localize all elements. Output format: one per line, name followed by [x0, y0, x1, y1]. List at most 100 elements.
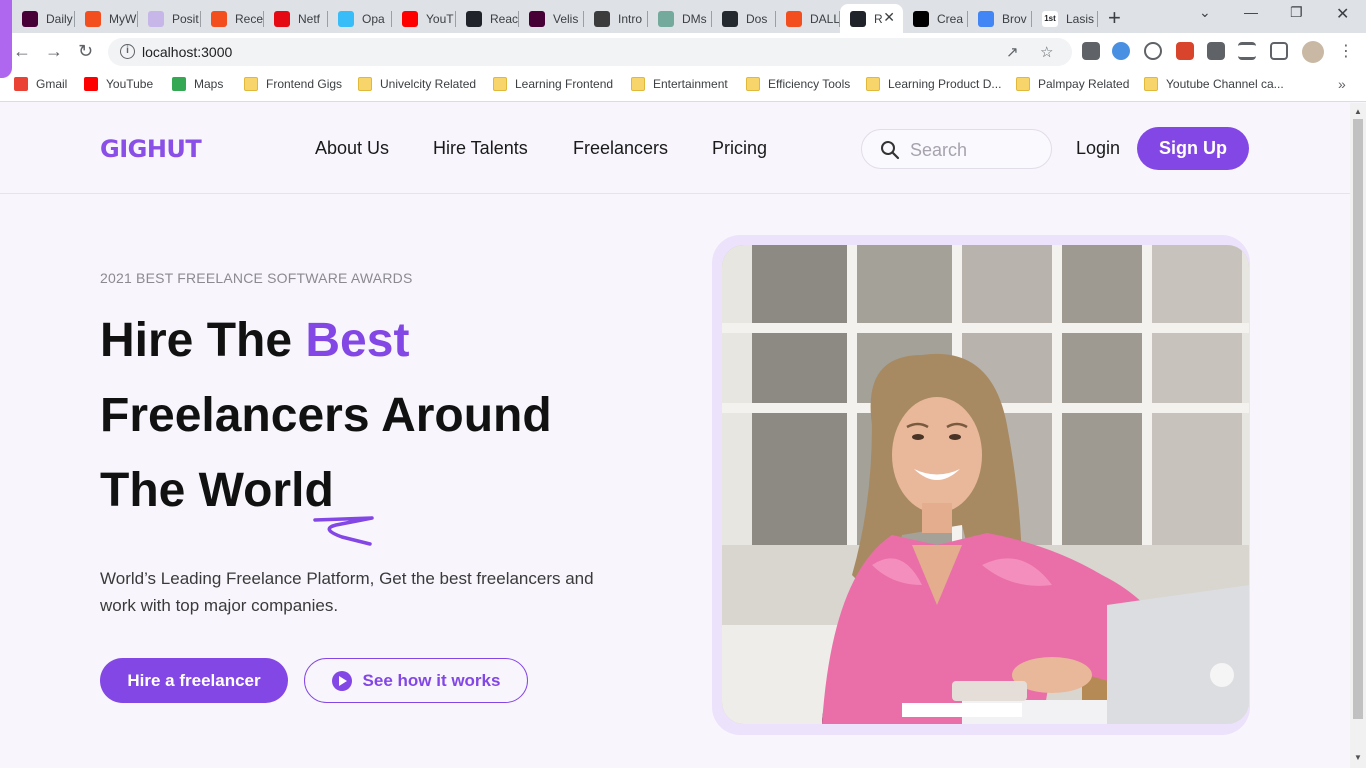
url-text[interactable]: localhost:3000: [142, 44, 232, 60]
share-icon[interactable]: ↗: [1006, 43, 1019, 61]
browser-tab[interactable]: 1st Lasis: [1032, 4, 1098, 33]
site-logo[interactable]: GIGHUT: [100, 135, 202, 163]
tab-title: Rece: [235, 11, 264, 26]
browser-tab[interactable]: YouT: [392, 4, 456, 33]
bookmark-item[interactable]: Maps: [172, 77, 223, 91]
browser-tab[interactable]: DMs: [648, 4, 712, 33]
side-panel-icon[interactable]: [1270, 42, 1288, 60]
bookmark-label: Learning Product D...: [888, 77, 1002, 91]
nav-link-freelancers[interactable]: Freelancers: [573, 138, 668, 159]
browser-tab[interactable]: MyW: [75, 4, 138, 33]
login-link[interactable]: Login: [1076, 138, 1120, 159]
bookmark-item[interactable]: Gmail: [14, 77, 67, 91]
minimize-icon[interactable]: —: [1244, 4, 1258, 20]
hire-freelancer-button[interactable]: Hire a freelancer: [100, 658, 288, 703]
extension-dropper-icon[interactable]: [1082, 42, 1100, 60]
tab-title: Intro: [618, 11, 643, 26]
browser-tab[interactable]: R ✕: [840, 4, 903, 33]
1st-icon: 1st: [1042, 10, 1058, 27]
reading-list-icon[interactable]: [1238, 42, 1256, 60]
scroll-down-icon[interactable]: ▼: [1354, 753, 1362, 762]
bookmark-item[interactable]: Entertainment: [631, 77, 728, 91]
search-input[interactable]: Search: [861, 129, 1052, 169]
folder-icon: [244, 77, 258, 91]
browser-tab[interactable]: Velis: [519, 4, 584, 33]
signup-button[interactable]: Sign Up: [1137, 127, 1249, 170]
site-info-icon[interactable]: i: [120, 44, 135, 59]
hero-photo: [722, 245, 1249, 724]
browser-tab-strip: Daily MyW Posit Rece Netf Opa YouT Reac Velis Int…: [0, 0, 1366, 78]
forward-icon[interactable]: →: [45, 41, 63, 62]
squiggle-decoration: [313, 516, 374, 546]
youtube-icon: [84, 77, 98, 91]
bookmark-item[interactable]: Learning Frontend: [493, 77, 613, 91]
tab-search-chevron-icon[interactable]: ⌄: [1199, 4, 1211, 21]
hero-headline: Hire The Best Freelancers Around The Wor…: [100, 303, 660, 528]
browser-tab[interactable]: Reac: [456, 4, 519, 33]
close-window-icon[interactable]: ✕: [1336, 4, 1349, 24]
site-navbar: GIGHUT About Us Hire Talents Freelancers…: [0, 103, 1350, 194]
xd-icon: [22, 10, 38, 27]
browser-tab[interactable]: Opa: [328, 4, 392, 33]
browser-tab[interactable]: Brov: [968, 4, 1032, 33]
folder-icon: [493, 77, 507, 91]
extension-red-icon[interactable]: [1176, 42, 1194, 60]
browser-tab[interactable]: Posit: [138, 4, 201, 33]
profile-avatar[interactable]: [1302, 41, 1324, 63]
tab-title: DMs: [682, 11, 707, 26]
bookmark-item[interactable]: Efficiency Tools: [746, 77, 850, 91]
bookmark-item[interactable]: Frontend Gigs: [244, 77, 342, 91]
tab-title: Dos: [746, 11, 768, 26]
extension-blue-icon[interactable]: [1112, 42, 1130, 60]
extension-code-icon[interactable]: [1144, 42, 1162, 60]
browser-tab[interactable]: Rece: [201, 4, 264, 33]
award-eyebrow: 2021 BEST FREELANCE SOFTWARE AWARDS: [100, 270, 413, 286]
folder-icon: [1144, 77, 1158, 91]
bookmark-star-icon[interactable]: ☆: [1040, 43, 1053, 61]
scrollbar-thumb[interactable]: [1353, 119, 1363, 719]
gmail-icon: [14, 77, 28, 91]
headline-line-2: Freelancers Around: [100, 389, 552, 442]
search-placeholder: Search: [910, 140, 968, 160]
bookmark-item[interactable]: YouTube: [84, 77, 153, 91]
scroll-up-icon[interactable]: ▲: [1354, 107, 1362, 116]
folder-icon: [746, 77, 760, 91]
github-icon: [722, 10, 738, 27]
tab-title: Reac: [490, 11, 519, 26]
reload-icon[interactable]: ↻: [78, 41, 93, 62]
back-icon[interactable]: ←: [13, 41, 31, 62]
browser-tab[interactable]: Dos: [712, 4, 776, 33]
close-tab-icon[interactable]: ✕: [883, 9, 895, 26]
browser-tab[interactable]: Daily: [12, 4, 75, 33]
tab-title: DALL: [810, 11, 840, 26]
openai-icon: [658, 10, 674, 27]
tab-title: Netf: [298, 11, 321, 26]
browser-tab[interactable]: Intro: [584, 4, 648, 33]
bookmark-item[interactable]: Palmpay Related: [1016, 77, 1129, 91]
colorful-icon: [978, 10, 994, 27]
nav-link-about[interactable]: About Us: [315, 138, 389, 159]
browser-tab[interactable]: Crea: [903, 4, 968, 33]
restore-icon[interactable]: ❐: [1290, 4, 1303, 21]
page-icon: [148, 10, 164, 27]
folder-icon: [1016, 77, 1030, 91]
bookmarks-overflow-icon[interactable]: »: [1338, 76, 1346, 92]
bookmark-item[interactable]: Learning Product D...: [866, 77, 1001, 91]
page-scrollbar[interactable]: ▲ ▼: [1350, 103, 1366, 768]
address-bar[interactable]: i localhost:3000 ↗ ☆: [108, 38, 1072, 66]
browser-menu-icon[interactable]: ⋮: [1338, 41, 1354, 61]
bookmark-label: Palmpay Related: [1038, 77, 1130, 91]
browser-tab[interactable]: Netf: [264, 4, 328, 33]
browser-tab[interactable]: DALL: [776, 4, 840, 33]
extensions-puzzle-icon[interactable]: [1207, 42, 1225, 60]
hero-subtext: World’s Leading Freelance Platform, Get …: [100, 569, 594, 615]
see-how-it-works-button[interactable]: See how it works: [304, 658, 528, 703]
bookmark-item[interactable]: Youtube Channel ca...: [1144, 77, 1284, 91]
tab-title: YouT: [426, 11, 454, 26]
tab-title: Brov: [1002, 11, 1027, 26]
bookmark-item[interactable]: Univelcity Related: [358, 77, 476, 91]
nav-link-pricing[interactable]: Pricing: [712, 138, 767, 159]
new-tab-icon[interactable]: +: [1108, 5, 1121, 31]
nav-link-hire-talents[interactable]: Hire Talents: [433, 138, 528, 159]
see-how-label: See how it works: [362, 670, 501, 690]
